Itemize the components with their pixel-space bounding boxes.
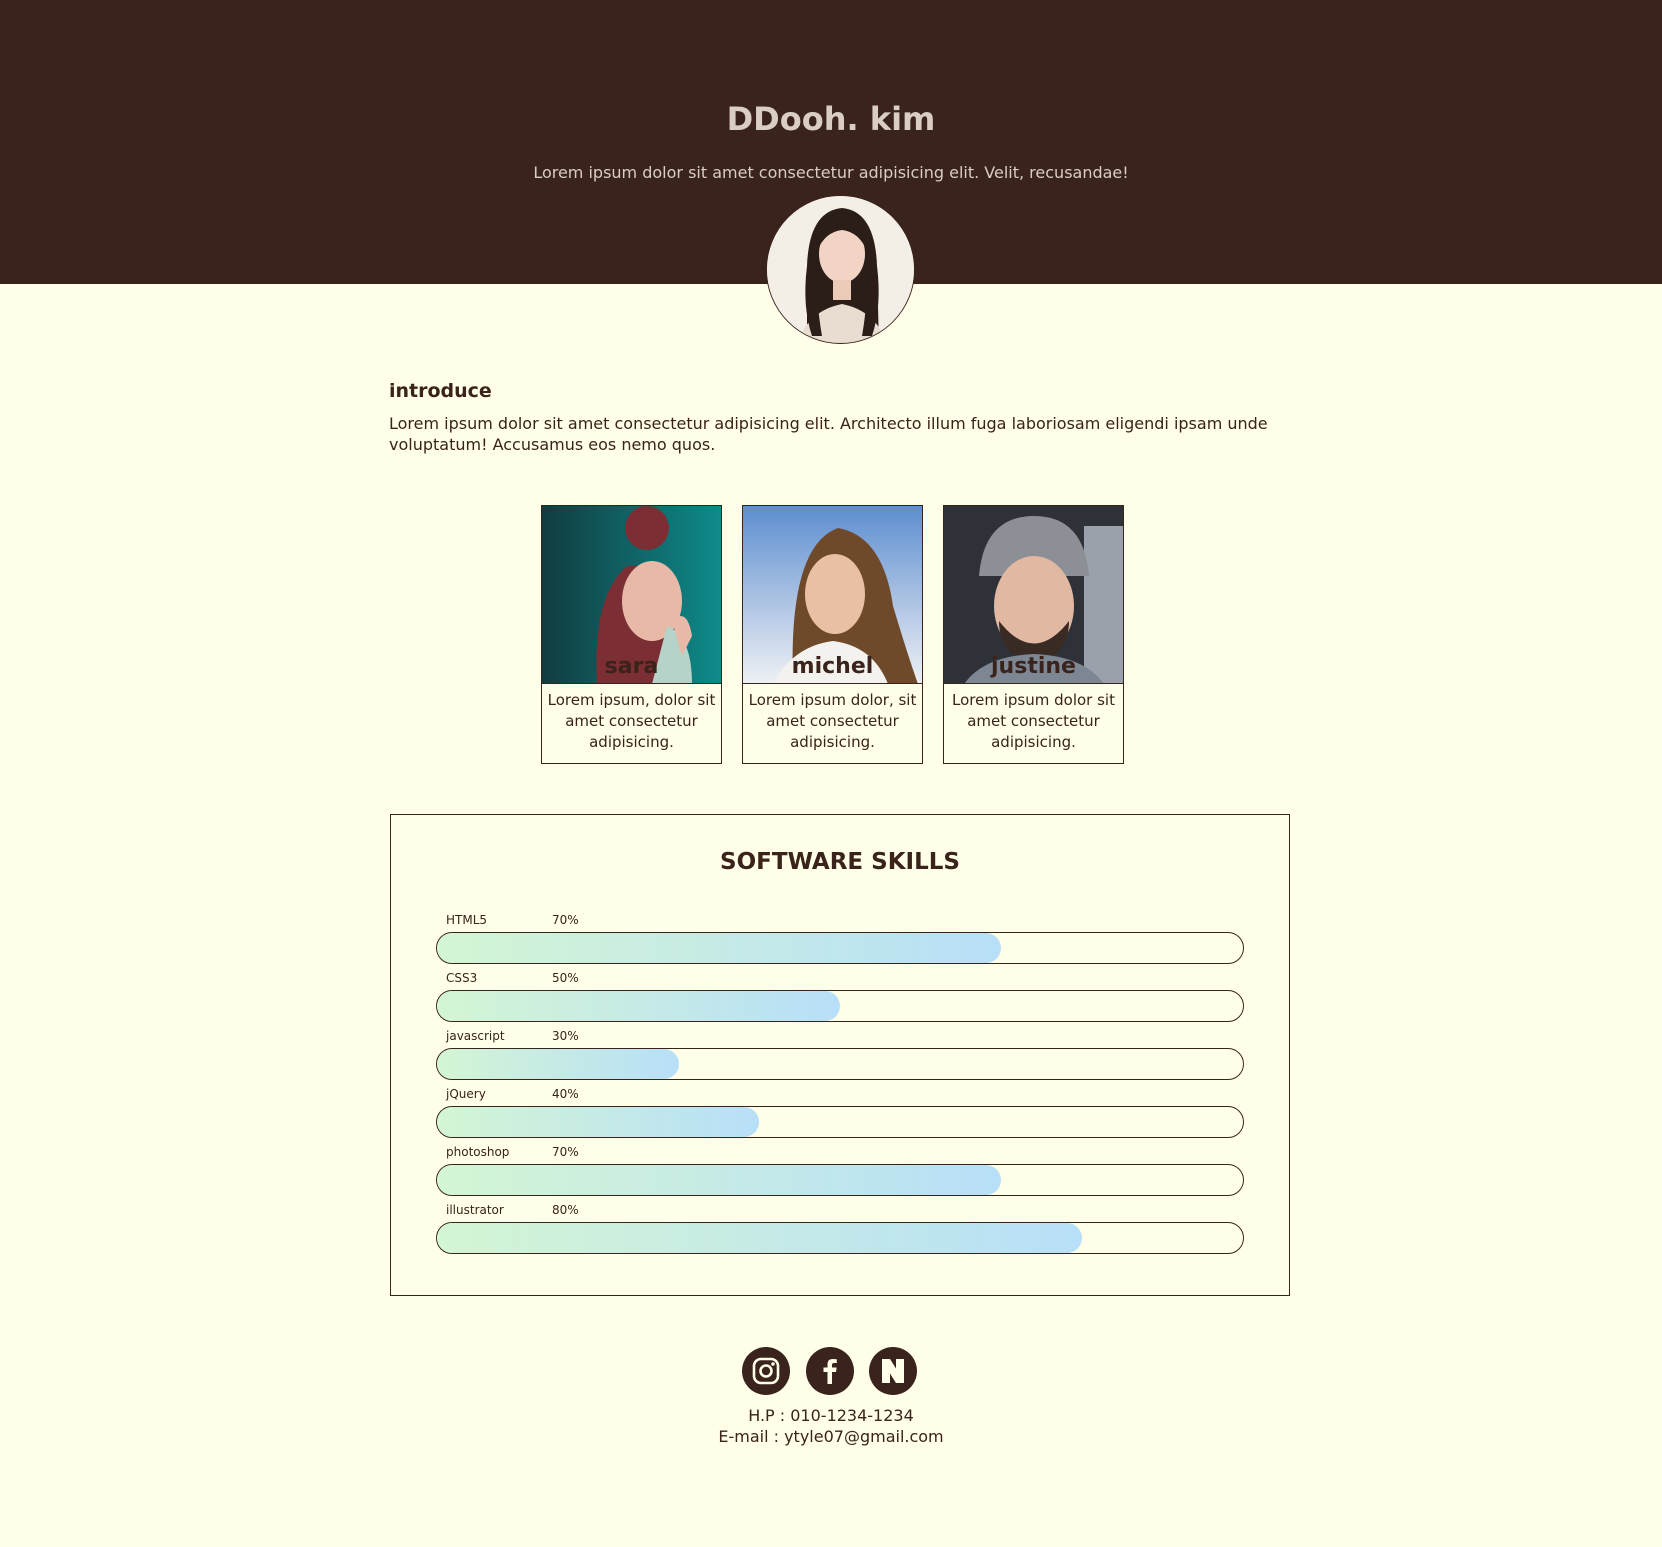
skill-percent: 50% (552, 971, 579, 985)
skill-bar-fill (437, 991, 840, 1021)
card-photo: sara (542, 506, 721, 684)
naver-icon (882, 1359, 904, 1383)
skill-bar-fill (437, 1165, 1002, 1195)
skill-bar-track (436, 1048, 1244, 1080)
skill-bar-fill (437, 1049, 679, 1079)
facebook-icon (823, 1359, 837, 1384)
card-description: Lorem ipsum dolor sit amet consectetur a… (952, 691, 1115, 751)
skill-name: HTML5 (446, 913, 488, 927)
introduce-heading: introduce (389, 380, 492, 402)
skill-row: illustrator 80% (436, 1203, 1244, 1261)
skill-row: HTML5 70% (436, 913, 1244, 971)
card-photo: michel (743, 506, 922, 684)
profile-card: michel Lorem ipsum dolor, sit amet conse… (742, 505, 923, 764)
skill-bar-track (436, 932, 1244, 964)
card-name: justine (991, 654, 1076, 679)
skill-percent: 40% (552, 1087, 579, 1101)
skill-percent: 70% (552, 913, 579, 927)
avatar-image (767, 196, 914, 343)
skill-percent: 80% (552, 1203, 579, 1217)
contact-email[interactable]: E-mail : ytyle07@gmail.com (0, 1427, 1662, 1446)
skills-title: SOFTWARE SKILLS (720, 849, 960, 875)
skill-row: jQuery 40% (436, 1087, 1244, 1145)
skill-bar-fill (437, 1107, 760, 1137)
card-description: Lorem ipsum dolor, sit amet consectetur … (748, 691, 917, 751)
profile-card: sara Lorem ipsum, dolor sit amet consect… (541, 505, 722, 764)
facebook-link[interactable] (806, 1347, 854, 1395)
skill-name: javascript (446, 1029, 505, 1043)
skill-row: javascript 30% (436, 1029, 1244, 1087)
skill-name: illustrator (446, 1203, 504, 1217)
contact-phone: H.P : 010-1234-1234 (748, 1406, 914, 1425)
software-skills-panel: SOFTWARE SKILLS HTML5 70% CSS3 50% javas… (390, 814, 1290, 1296)
skill-row: photoshop 70% (436, 1145, 1244, 1203)
instagram-icon (752, 1357, 780, 1385)
page-title: DDooh. kim (726, 100, 936, 138)
skill-percent: 70% (552, 1145, 579, 1159)
naver-link[interactable] (869, 1347, 917, 1395)
card-photo: justine (944, 506, 1123, 684)
skill-bar-track (436, 1222, 1244, 1254)
skill-bar-fill (437, 933, 1002, 963)
card-name: sara (604, 654, 659, 679)
skill-row: CSS3 50% (436, 971, 1244, 1029)
skill-bar-track (436, 1164, 1244, 1196)
page-subtitle: Lorem ipsum dolor sit amet consectetur a… (533, 163, 1129, 182)
card-name: michel (791, 654, 874, 679)
skill-name: photoshop (446, 1145, 510, 1159)
skill-bar-fill (437, 1223, 1082, 1253)
profile-card: justine Lorem ipsum dolor sit amet conse… (943, 505, 1124, 764)
skill-bar-track (436, 990, 1244, 1022)
profile-avatar (766, 195, 915, 344)
instagram-link[interactable] (742, 1347, 790, 1395)
skill-bar-track (436, 1106, 1244, 1138)
introduce-text: Lorem ipsum dolor sit amet consectetur a… (389, 414, 1268, 454)
skill-name: CSS3 (446, 971, 478, 985)
skill-name: jQuery (446, 1087, 486, 1101)
card-description: Lorem ipsum, dolor sit amet consectetur … (547, 691, 716, 751)
skill-percent: 30% (552, 1029, 579, 1043)
